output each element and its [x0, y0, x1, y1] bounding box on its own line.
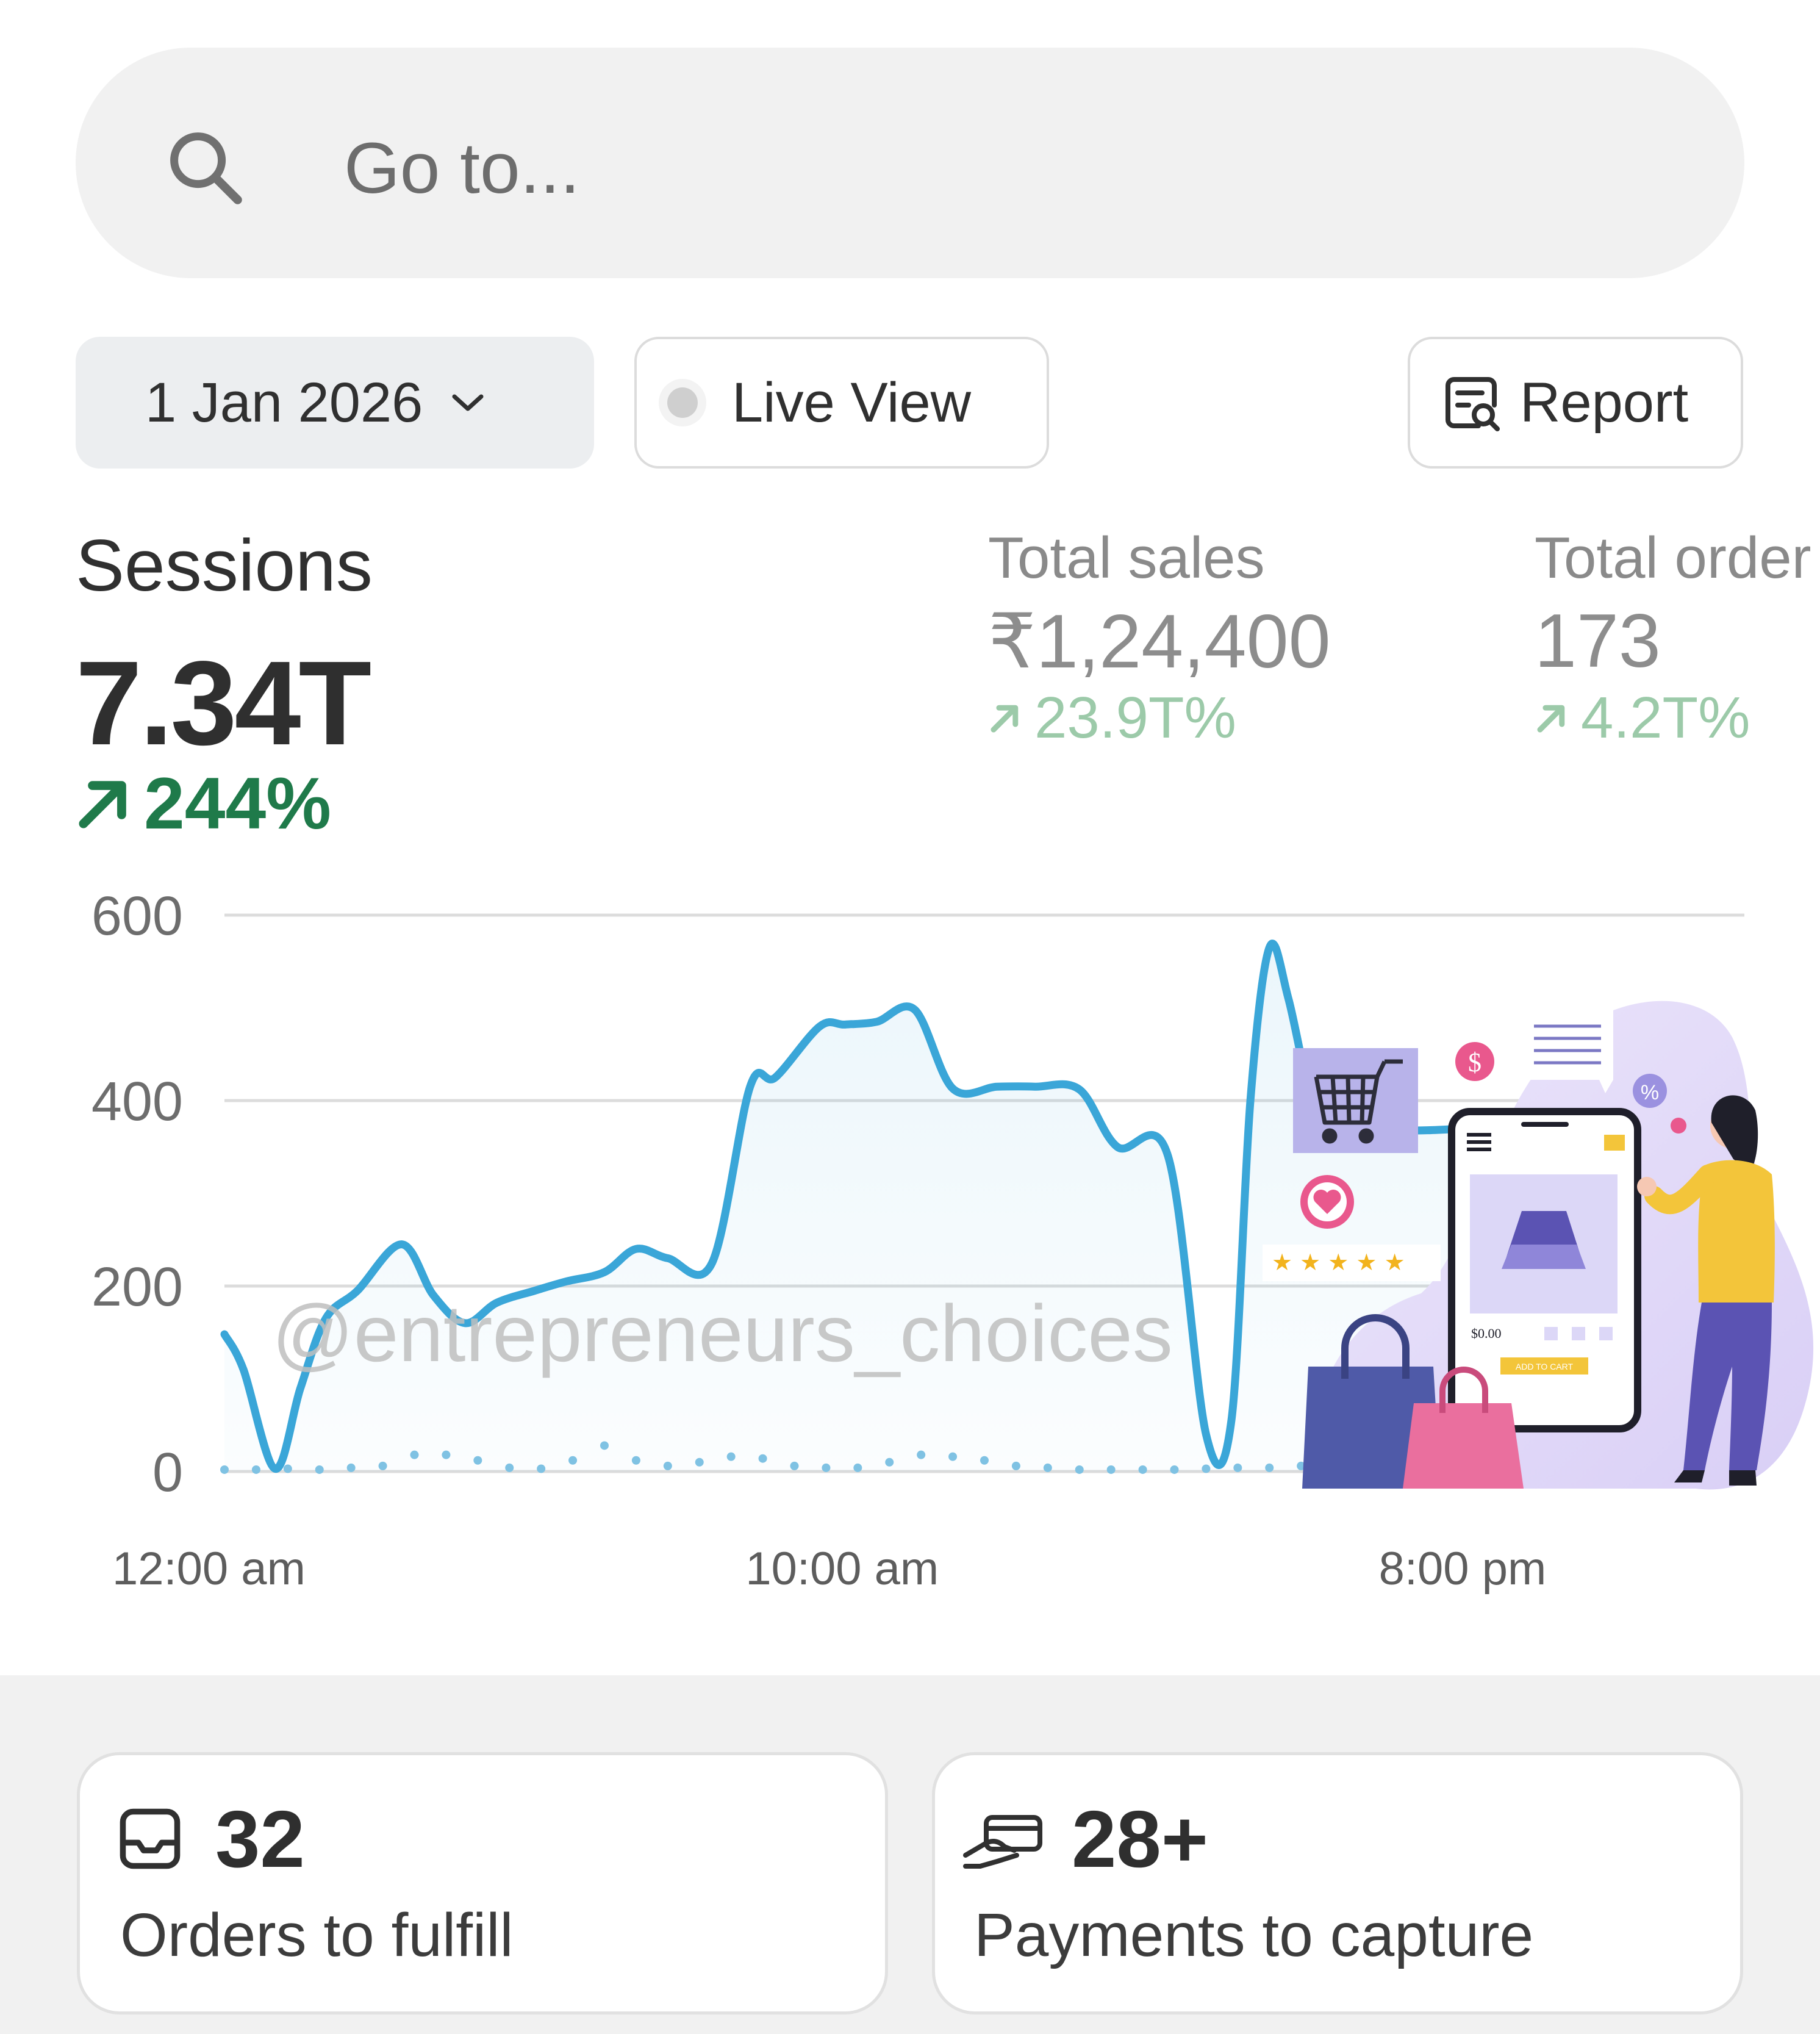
date-label: 1 Jan 2026	[145, 371, 423, 434]
comparison-point	[1170, 1465, 1179, 1474]
comparison-point	[980, 1456, 989, 1465]
comparison-point	[631, 1456, 640, 1465]
total-orders-label[interactable]: Total order	[1535, 525, 1811, 592]
sessions-chart: 0 200 400 600 12:00 am 10:00 am 8:00 pm $ %…	[91, 886, 1814, 1595]
payments-to-capture-card[interactable]: 28+ Payments to capture	[932, 1752, 1743, 2014]
watermark-text: @entrepreneurs_choices	[272, 1288, 1173, 1378]
live-view-label: Live View	[732, 371, 972, 434]
comparison-point	[315, 1465, 324, 1474]
comparison-point	[1265, 1463, 1274, 1472]
hand-card-icon	[963, 1815, 1042, 1869]
arrow-up-right-icon	[991, 705, 1019, 733]
arrow-up-right-icon	[79, 781, 126, 828]
payments-label: Payments to capture	[974, 1901, 1534, 1969]
comparison-point	[1138, 1465, 1147, 1474]
total-sales-label[interactable]: Total sales	[988, 525, 1265, 592]
cart-tile	[1293, 1048, 1418, 1153]
comparison-point	[505, 1463, 514, 1472]
stars-icon: ★ ★ ★ ★ ★	[1272, 1249, 1405, 1276]
comparison-point	[568, 1456, 578, 1465]
total-sales-change: 23.9T%	[988, 685, 1236, 752]
comparison-point	[853, 1463, 862, 1472]
y-tick-label: 0	[152, 1442, 183, 1503]
svg-text:$: $	[1468, 1048, 1481, 1077]
comparison-point	[1202, 1464, 1211, 1473]
comparison-point	[758, 1454, 767, 1463]
comparison-point	[378, 1461, 387, 1470]
sessions-change-value: 244%	[144, 763, 331, 844]
comparison-point	[695, 1457, 704, 1467]
shopping-bag-icon	[1403, 1403, 1524, 1489]
sessions-change: 244%	[76, 761, 331, 846]
svg-text:$0.00: $0.00	[1471, 1326, 1502, 1341]
sessions-value: 7.34T	[76, 636, 371, 770]
comparison-point	[790, 1461, 799, 1470]
total-sales-change-value: 23.9T%	[1034, 685, 1236, 750]
x-tick-label: 8:00 pm	[1379, 1543, 1547, 1595]
y-tick-label: 200	[91, 1257, 183, 1318]
comparison-point	[410, 1450, 419, 1459]
svg-text:%: %	[1641, 1081, 1659, 1104]
arrow-up-right-icon	[1537, 705, 1565, 733]
x-tick-label: 12:00 am	[112, 1543, 306, 1595]
comparison-point	[1075, 1465, 1084, 1474]
report-icon	[1446, 377, 1500, 431]
report-label: Report	[1520, 371, 1689, 434]
search-input[interactable]	[344, 120, 1320, 217]
sessions-label: Sessions	[76, 525, 373, 606]
orders-to-fulfill-card[interactable]: 32 Orders to fulfill	[77, 1752, 888, 2014]
comparison-point	[948, 1452, 958, 1461]
date-picker-button[interactable]: 1 Jan 2026	[76, 337, 594, 469]
chart-x-ticks: 12:00 am 10:00 am 8:00 pm	[112, 1543, 1546, 1595]
y-tick-label: 400	[91, 1071, 183, 1132]
comparison-point	[1011, 1461, 1020, 1470]
comparison-point	[283, 1464, 292, 1473]
comparison-point	[663, 1461, 672, 1470]
comparison-point	[1233, 1463, 1242, 1472]
comparison-point	[220, 1465, 229, 1474]
total-sales-value: ₹1,24,400	[988, 600, 1331, 684]
total-orders-change: 4.2T%	[1535, 685, 1750, 752]
total-orders-change-value: 4.2T%	[1581, 685, 1750, 750]
comparison-point	[251, 1465, 260, 1474]
comparison-point	[600, 1441, 609, 1450]
comparison-point	[885, 1457, 894, 1467]
x-tick-label: 10:00 am	[745, 1543, 939, 1595]
message-card	[1522, 1007, 1613, 1080]
payments-count: 28+	[1072, 1794, 1208, 1884]
orders-count: 32	[215, 1794, 305, 1884]
svg-text:ADD TO CART: ADD TO CART	[1516, 1362, 1574, 1371]
comparison-point	[822, 1463, 831, 1472]
inbox-icon	[120, 1808, 181, 1869]
comparison-point	[346, 1463, 356, 1472]
total-orders-value: 173	[1535, 599, 1661, 683]
comparison-point	[442, 1450, 451, 1459]
chart-y-ticks: 0 200 400 600	[91, 886, 183, 1503]
comparison-point	[917, 1450, 926, 1459]
report-button[interactable]: Report	[1408, 337, 1743, 469]
orders-label: Orders to fulfill	[120, 1901, 514, 1969]
search-icon	[170, 132, 242, 204]
chevron-down-icon	[452, 394, 484, 411]
y-tick-label: 600	[91, 886, 183, 947]
live-status-dot-icon	[667, 387, 698, 418]
comparison-point	[726, 1452, 736, 1461]
comparison-point	[537, 1464, 546, 1473]
live-view-button[interactable]: Live View	[634, 337, 1049, 469]
comparison-point	[1043, 1463, 1052, 1472]
comparison-point	[473, 1456, 482, 1465]
comparison-point	[1106, 1465, 1116, 1474]
